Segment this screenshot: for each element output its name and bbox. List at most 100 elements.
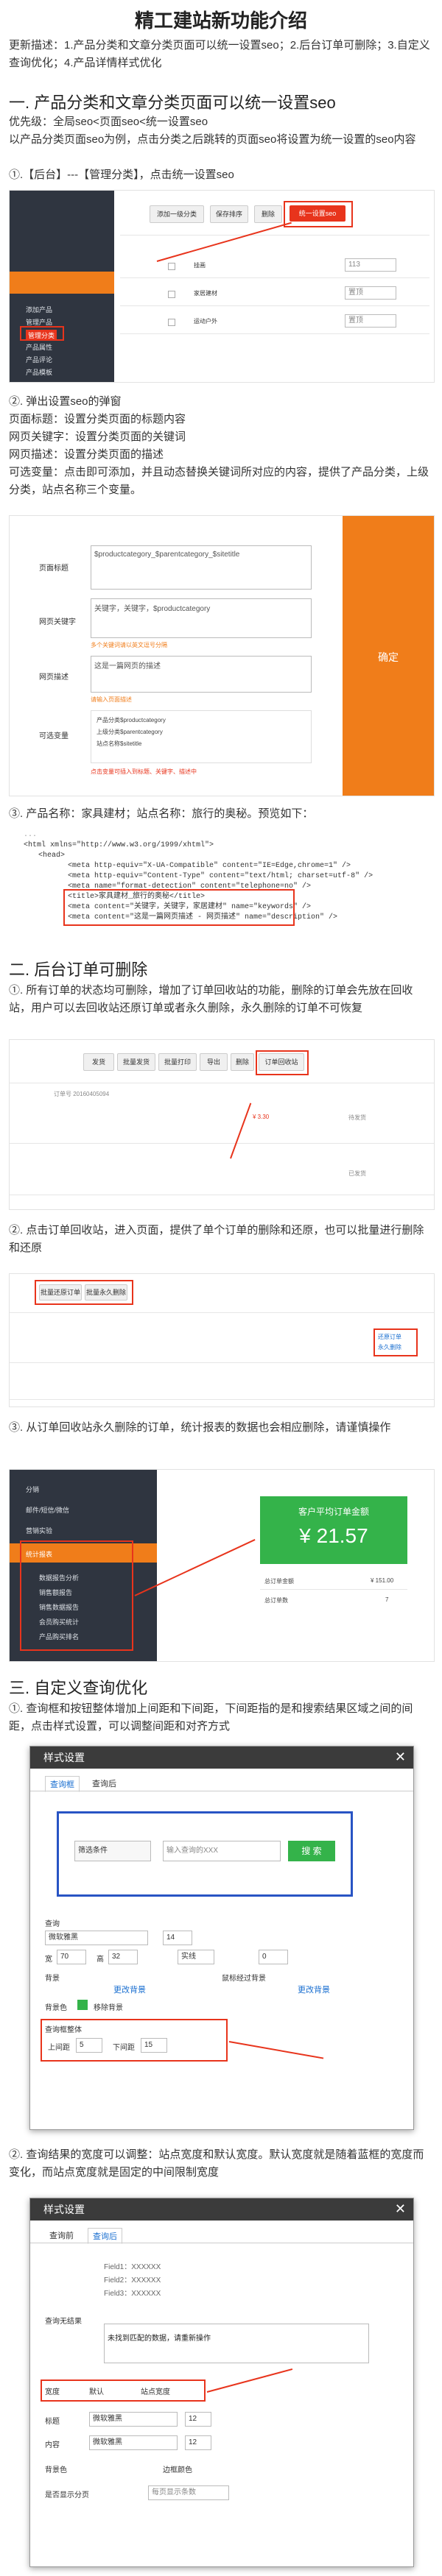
delete-button[interactable]: 删除	[254, 205, 282, 223]
content-font-select[interactable]: 微软雅黑	[89, 2435, 178, 2450]
delete-order-button[interactable]: 删除	[231, 1053, 254, 1071]
page-title-field[interactable]: $productcategory_$parentcategory_$siteti…	[91, 545, 312, 590]
remove-bg-button[interactable]: 移除背景	[94, 2001, 123, 2012]
height-field[interactable]: 32	[108, 1950, 138, 1964]
close-icon[interactable]: ✕	[395, 1749, 406, 1765]
font-size-select[interactable]: 14	[163, 1931, 192, 1945]
code-line: <meta http-equiv="X-UA-Compatible" conte…	[68, 862, 351, 870]
keywords-field[interactable]: 关键字，关键字，$productcategory	[91, 598, 312, 638]
keywords-hint: 多个关键词请以英文逗号分隔	[91, 642, 167, 648]
sidebar-item[interactable]: 营销实验	[26, 1526, 52, 1535]
category-order-field[interactable]: 置顶	[345, 314, 396, 328]
code-line: <html xmlns="http://www.w3.org/1999/xhtm…	[24, 841, 214, 849]
section1-priority: 优先级：全局seo<页面seo<统一设置seo	[9, 116, 208, 128]
annotation-arrow	[230, 1103, 252, 1159]
step2-line: 网页关键字：设置分类页面的关键词	[9, 431, 186, 443]
seo-dialog-screenshot: 页面标题 $productcategory_$parentcategory_$s…	[9, 515, 435, 796]
title-label: 标题	[45, 2418, 60, 2426]
style-dialog-2: 样式设置 ✕ 查询前 查询后 Field1：XXXXXX Field2：XXXX…	[29, 2198, 414, 2567]
category-row-name: 挂画	[194, 262, 206, 269]
category-order-field[interactable]: 113	[345, 258, 396, 272]
sidebar-item-product-attr[interactable]: 产品属性	[26, 342, 52, 352]
order-amount: ¥ 3.30	[253, 1114, 270, 1120]
change-hover-bg-button[interactable]: 更改背景	[273, 1984, 354, 1995]
dialog-title: 样式设置	[30, 1747, 413, 1769]
width-field[interactable]: 70	[57, 1950, 86, 1964]
title-size-select[interactable]: 12	[185, 2412, 211, 2427]
no-result-text-field[interactable]: 未找到匹配的数据，请重新操作	[104, 2324, 369, 2363]
bg-label: 背景	[45, 1975, 60, 1983]
batch-ship-button[interactable]: 批量发货	[117, 1053, 155, 1071]
border-style-select[interactable]: 实线	[178, 1950, 214, 1964]
section1-step3: ③. 产品名称：家具建材；站点名称：旅行的奥秘。预览如下：	[9, 807, 314, 820]
tab-after-query[interactable]: 查询后	[88, 2228, 122, 2244]
save-order-button[interactable]: 保存排序	[210, 205, 248, 223]
batch-buttons-highlight	[35, 1280, 133, 1305]
sidebar-item[interactable]: 分销	[26, 1485, 39, 1494]
section1-heading: 一. 产品分类和文章分类页面可以统一设置seo	[9, 93, 336, 112]
confirm-button[interactable]: 确定	[343, 650, 434, 665]
border-width-field[interactable]: 0	[259, 1950, 288, 1964]
sidebar-active-bar	[10, 272, 114, 294]
title-font-select[interactable]: 微软雅黑	[89, 2412, 178, 2427]
add-category-button[interactable]: 添加一级分类	[150, 205, 204, 223]
dialog-title: 样式设置	[30, 2198, 413, 2221]
width-label: 宽	[45, 1956, 52, 1964]
variable-chip[interactable]: 产品分类$productcategory	[97, 716, 166, 724]
sidebar-item-add-product[interactable]: 添加产品	[26, 305, 52, 314]
stats-menu-highlight	[20, 1540, 133, 1651]
search-input[interactable]: 输入查询的XXX	[163, 1841, 281, 1861]
order-list-screenshot: 发货 批量发货 批量打印 导出 删除 订单回收站 订单号 20160405094…	[9, 1039, 435, 1210]
code-highlight	[63, 889, 295, 926]
variables-hint: 点击变量可插入到标题、关键字、描述中	[91, 768, 197, 775]
content-size-select[interactable]: 12	[185, 2435, 211, 2450]
page-title: 精工建站新功能介绍	[134, 10, 307, 32]
close-icon[interactable]: ✕	[395, 2201, 406, 2217]
bg-color-swatch[interactable]	[77, 2000, 88, 2010]
section1-desc: 以产品分类页面seo为例，点击分类之后跳转的页面seo将设置为统一设置的seo内…	[9, 133, 416, 146]
sidebar-item-product-template[interactable]: 产品模板	[26, 367, 52, 377]
page-size-field[interactable]: 每页显示条数	[148, 2485, 229, 2500]
width-highlight	[41, 2379, 206, 2402]
step2-line: 页面标题：设置分类页面的标题内容	[9, 413, 186, 425]
description-field[interactable]: 这是一篇网页的描述	[91, 656, 312, 693]
result-field: Field3：XXXXXX	[104, 2290, 161, 2298]
annotation-arrow	[156, 222, 292, 262]
ship-button[interactable]: 发货	[83, 1053, 114, 1071]
content-label: 内容	[45, 2441, 60, 2449]
stat-row-label: 总订单金额	[264, 1578, 294, 1585]
sidebar-item-product-review[interactable]: 产品评论	[26, 355, 52, 364]
search-button[interactable]: 搜 索	[288, 1841, 335, 1861]
sidebar-item[interactable]: 邮件/短信/微信	[26, 1505, 69, 1515]
change-bg-button[interactable]: 更改背景	[89, 1984, 170, 1995]
hover-bg-label: 鼠标经过背景	[222, 1975, 266, 1983]
field-label: 网页关键字	[39, 618, 76, 626]
tab-after-query[interactable]: 查询后	[88, 1776, 121, 1791]
section3-step1: ①. 查询框和按钮整体增加上间距和下间距，下间距指的是和搜索结果区域之间的间距，…	[9, 1702, 413, 1733]
category-row-name: 运动户外	[194, 318, 217, 325]
intro-text: 更新描述：1.产品分类和文章分类页面可以统一设置seo；2.后台订单可删除；3.…	[9, 39, 430, 69]
code-preview: ... <html xmlns="http://www.w3.org/1999/…	[9, 827, 433, 938]
tab-query-box[interactable]: 查询框	[45, 1776, 80, 1792]
sidebar-highlight-box	[20, 326, 64, 341]
variable-chip[interactable]: 上级分类$parentcategory	[97, 728, 163, 736]
field-label: 页面标题	[39, 565, 69, 573]
stat-row-value: 7	[385, 1596, 389, 1603]
filter-select[interactable]: 筛选条件	[74, 1841, 151, 1861]
category-screenshot: 添加产品 管理产品 管理分类 产品属性 产品评论 产品模板 添加一级分类 保存排…	[9, 190, 435, 383]
variable-chip[interactable]: 站点名称$sitetitle	[97, 740, 141, 748]
height-label: 高	[97, 1956, 104, 1964]
category-order-field[interactable]: 置顶	[345, 286, 396, 300]
font-select[interactable]: 微软雅黑	[45, 1931, 148, 1945]
step2-line: 可选变量：点击即可添加，并且动态替换关键词所对应的内容，提供了产品分类，上级分类…	[9, 466, 429, 496]
section1-step2: ②. 弹出设置seo的弹窗	[9, 395, 122, 408]
section2-step3: ③. 从订单回收站永久删除的订单，统计报表的数据也会相应删除，请谨慎操作	[9, 1421, 391, 1434]
order-status: 待发货	[348, 1114, 366, 1121]
export-button[interactable]: 导出	[200, 1053, 228, 1071]
seo-button-highlight	[284, 201, 353, 227]
result-field: Field2：XXXXXX	[104, 2276, 161, 2285]
tab-before-query[interactable]: 查询前	[45, 2228, 78, 2243]
batch-print-button[interactable]: 批量打印	[158, 1053, 197, 1071]
spacing-highlight	[41, 2019, 228, 2062]
code-doctype: ...	[24, 831, 38, 839]
